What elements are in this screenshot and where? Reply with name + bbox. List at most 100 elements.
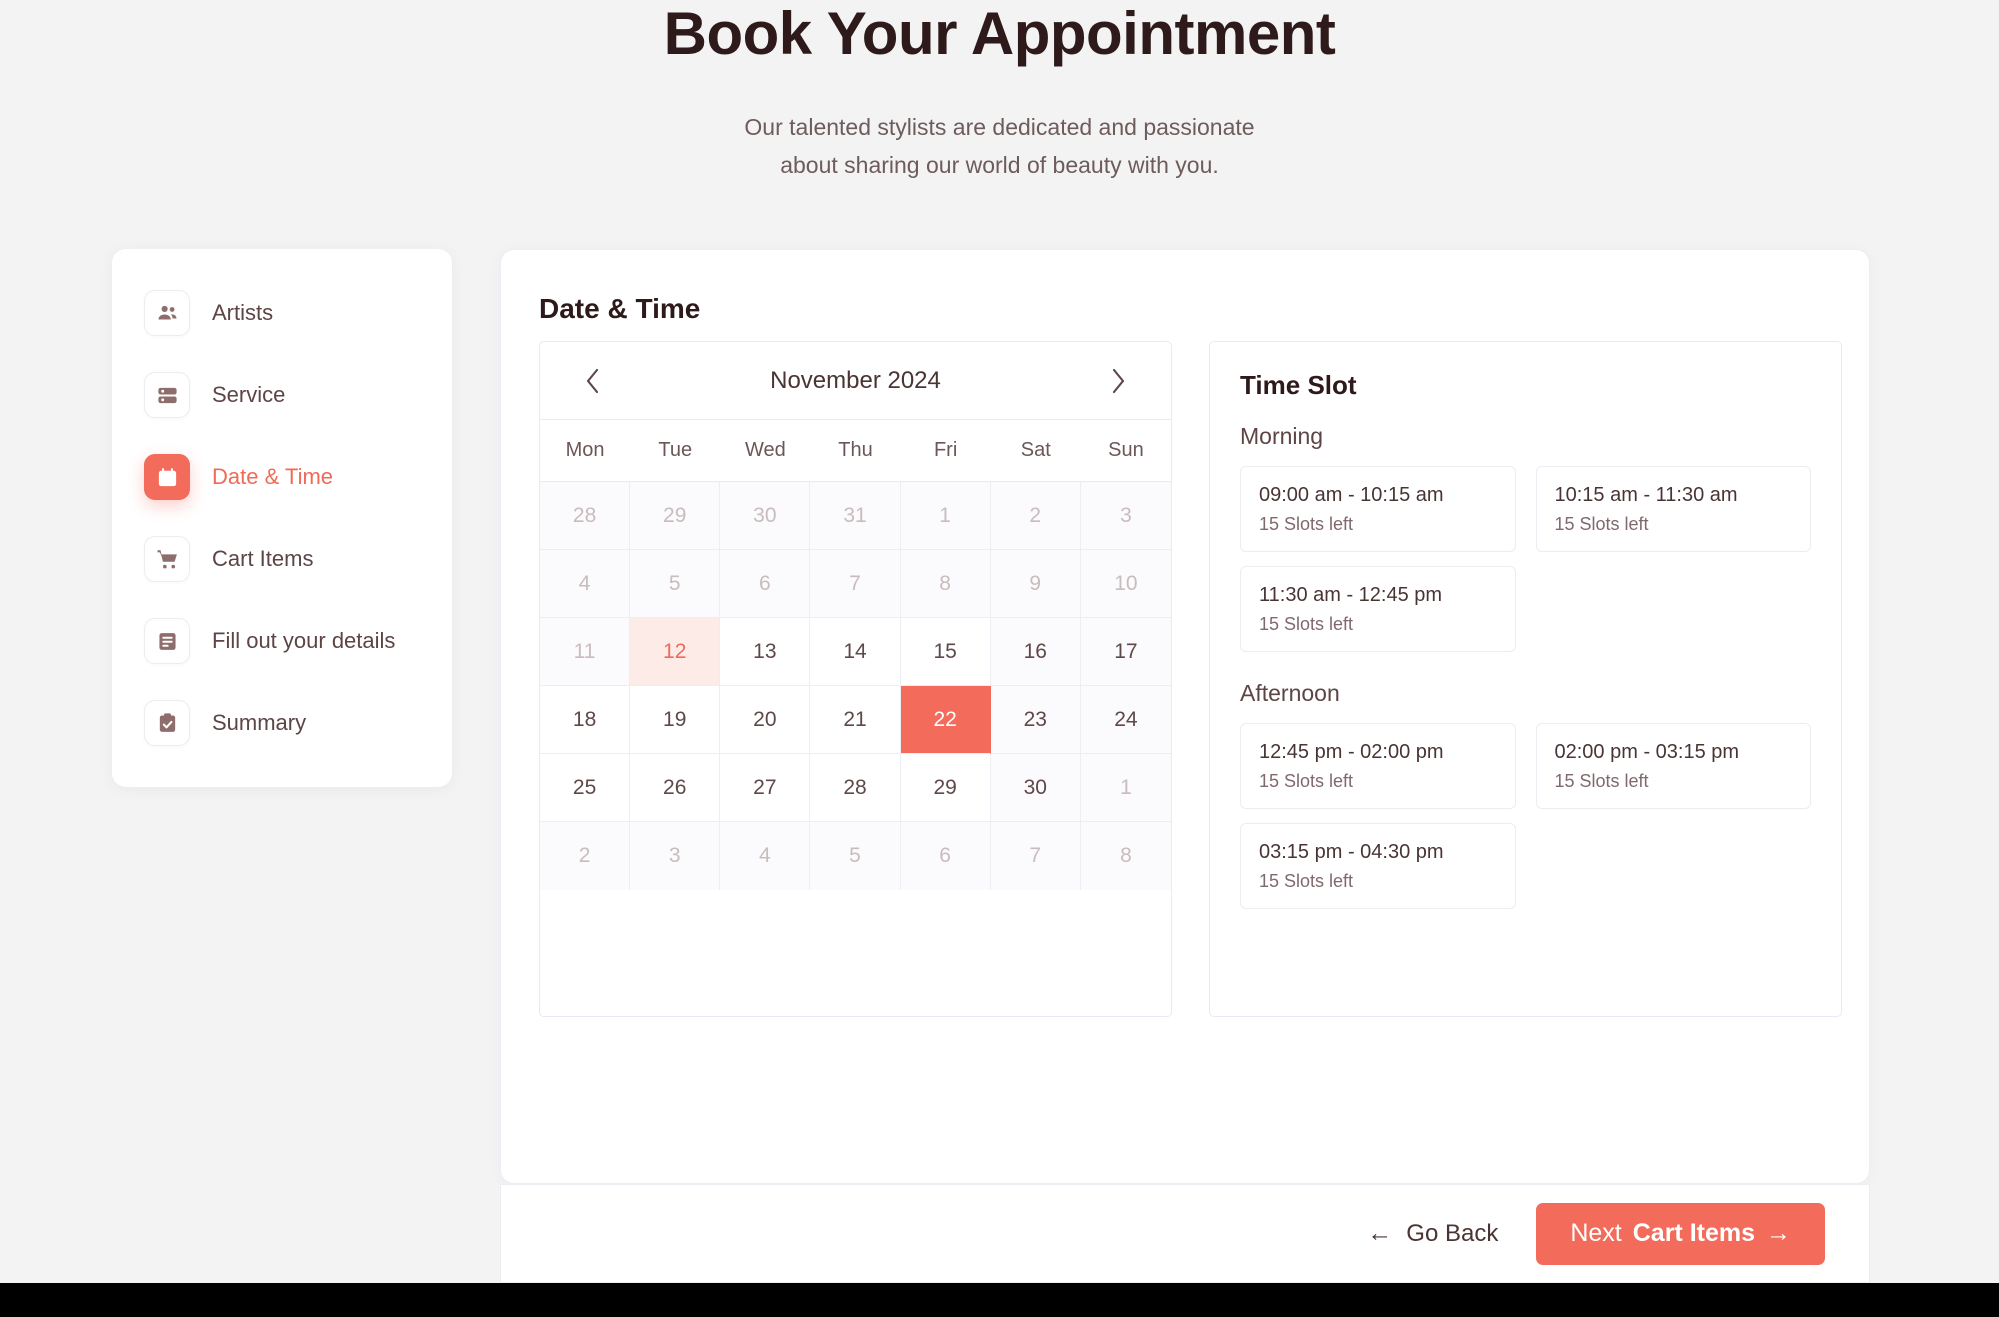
shopping-cart-icon [144,536,190,582]
page-header: Book Your Appointment Our talented styli… [0,0,1999,185]
panel-title: Date & Time [539,293,701,324]
sidebar-item-fill-out-your-details[interactable]: Fill out your details [112,613,452,669]
next-label-prefix: Next [1570,1219,1622,1247]
time-slot-option[interactable]: 12:45 pm - 02:00 pm 15 Slots left [1240,723,1516,809]
calendar-grid: 28 29 30 31 1 2 3 4 5 6 7 8 9 10 11 12 13 14 15 16 17 18 19 20 2… [540,482,1171,890]
time-slot-period-label: Afternoon [1240,680,1340,706]
sidebar-item-label: Cart Items [212,546,314,572]
sidebar-item-label: Summary [212,710,307,736]
sidebar-item-label: Artists [212,300,274,326]
calendar-day[interactable]: 19 [630,686,721,754]
panels-row: November 2024 Mon Tue Wed Thu Fri Sat Sun 28 29… [539,341,1842,1017]
people-icon [144,290,190,336]
calendar-dow-header: Wed [744,439,786,461]
date-time-panel: Date & Time November 2024 Mon Tue Wed Thu Fr… [500,249,1870,1184]
page-title: Book Your Appointment [663,0,1336,67]
calendar-dow-header: Fri [933,439,958,461]
calendar-day: 2 [990,482,1081,550]
calendar-dow-header: Sun [1108,439,1144,461]
sidebar-item-cart-items[interactable]: Cart Items [112,531,452,587]
time-slot-group: 09:00 am - 10:15 am 15 Slots left 10:15 am… [1240,466,1811,652]
calendar-day: 7 [810,550,901,618]
calendar-day: 29 [630,482,721,550]
arrow-left-icon: ← [1367,1219,1393,1247]
time-slot-range: 03:15 pm - 04:30 pm [1259,841,1444,863]
chevron-left-icon[interactable] [576,364,610,398]
calendar-day-today[interactable]: 12 [630,618,721,686]
time-slot-availability: 15 Slots left [1554,514,1649,534]
calendar-day[interactable]: 25 [540,754,631,822]
time-slot-range: 02:00 pm - 03:15 pm [1554,741,1740,763]
calendar-day[interactable]: 24 [1080,686,1171,754]
booking-page: Book Your Appointment Our talented styli… [0,0,1999,1283]
form-document-icon [144,618,190,664]
time-slot-option[interactable]: 02:00 pm - 03:15 pm 15 Slots left [1535,723,1811,809]
calendar-day: 4 [540,550,631,618]
calendar-dow-header: Thu [838,439,873,461]
calendar-day-selected[interactable]: 22 [900,686,991,754]
time-slot-availability: 15 Slots left [1259,614,1354,634]
calendar-day: 3 [1080,482,1171,550]
calendar-day[interactable]: 16 [990,618,1081,686]
time-slot-range: 09:00 am - 10:15 am [1259,484,1444,506]
chevron-right-icon[interactable] [1101,364,1135,398]
calendar-day[interactable]: 28 [810,754,901,822]
time-slot-range: 12:45 pm - 02:00 pm [1259,741,1444,763]
go-back-button[interactable]: ← Go Back [1367,1220,1498,1248]
calendar-day[interactable]: 20 [720,686,811,754]
time-slot-availability: 15 Slots left [1259,871,1354,891]
sidebar-item-artists[interactable]: Artists [112,285,452,341]
time-slot-option[interactable]: 10:15 am - 11:30 am 15 Slots left [1535,466,1811,552]
calendar-day: 11 [540,618,631,686]
time-slot-option[interactable]: 11:30 am - 12:45 pm 15 Slots left [1240,566,1516,652]
page-subtitle: Our talented stylists are dedicated and … [0,109,1999,185]
bottom-black-bar [0,1283,1999,1317]
calendar-month-label: November 2024 [770,366,941,394]
calendar-day: 10 [1080,550,1171,618]
calendar-day: 8 [1080,822,1171,890]
sidebar-item-date-time[interactable]: Date & Time [112,449,452,505]
time-slot-option[interactable]: 09:00 am - 10:15 am 15 Slots left [1240,466,1516,552]
time-slot-range: 10:15 am - 11:30 am [1554,484,1738,506]
calendar-day: 7 [990,822,1081,890]
calendar-day: 5 [630,550,721,618]
calendar-day: 1 [1080,754,1171,822]
calendar-day: 28 [540,482,631,550]
calendar-dow-header: Sat [1020,439,1051,461]
calendar-day: 9 [990,550,1081,618]
calendar-day[interactable]: 15 [900,618,991,686]
calendar-day: 31 [810,482,901,550]
calendar-day[interactable]: 13 [720,618,811,686]
calendar: November 2024 Mon Tue Wed Thu Fri Sat Sun 28 29… [539,341,1172,1017]
calendar-day[interactable]: 30 [990,754,1081,822]
calendar-day: 2 [540,822,631,890]
calendar-day[interactable]: 29 [900,754,991,822]
calendar-day[interactable]: 21 [810,686,901,754]
calendar-day[interactable]: 17 [1080,618,1171,686]
sidebar-item-label: Fill out your details [212,628,396,654]
calendar-dow-header: Tue [658,439,693,461]
next-cart-items-button[interactable]: Next Cart Items → [1536,1202,1825,1265]
calendar-day[interactable]: 18 [540,686,631,754]
calendar-icon [144,454,190,500]
steps-sidebar: Artists Service Date & Time Cart Items Fill … [112,249,452,787]
wizard-footer: ← Go Back Next Cart Items → [500,1184,1870,1283]
next-label-target: Cart Items [1632,1219,1755,1247]
page-subtitle-line-2: about sharing our world of beauty with y… [780,151,1219,178]
sidebar-item-summary[interactable]: Summary [112,695,452,751]
time-slot-availability: 15 Slots left [1259,771,1354,791]
calendar-day[interactable]: 23 [990,686,1081,754]
calendar-day: 6 [720,550,811,618]
calendar-day[interactable]: 26 [630,754,721,822]
sidebar-item-service[interactable]: Service [112,367,452,423]
arrow-right-icon: → [1766,1219,1791,1247]
calendar-day: 6 [900,822,991,890]
time-slot-option[interactable]: 03:15 pm - 04:30 pm 15 Slots left [1240,823,1516,909]
calendar-day[interactable]: 27 [720,754,811,822]
time-slot-panel: Time Slot Morning 09:00 am - 10:15 am 15 S… [1209,341,1842,1017]
calendar-dow-header: Mon [565,439,605,461]
calendar-day: 4 [720,822,811,890]
time-slot-availability: 15 Slots left [1259,514,1354,534]
calendar-day[interactable]: 14 [810,618,901,686]
sidebar-item-label: Service [212,382,286,408]
